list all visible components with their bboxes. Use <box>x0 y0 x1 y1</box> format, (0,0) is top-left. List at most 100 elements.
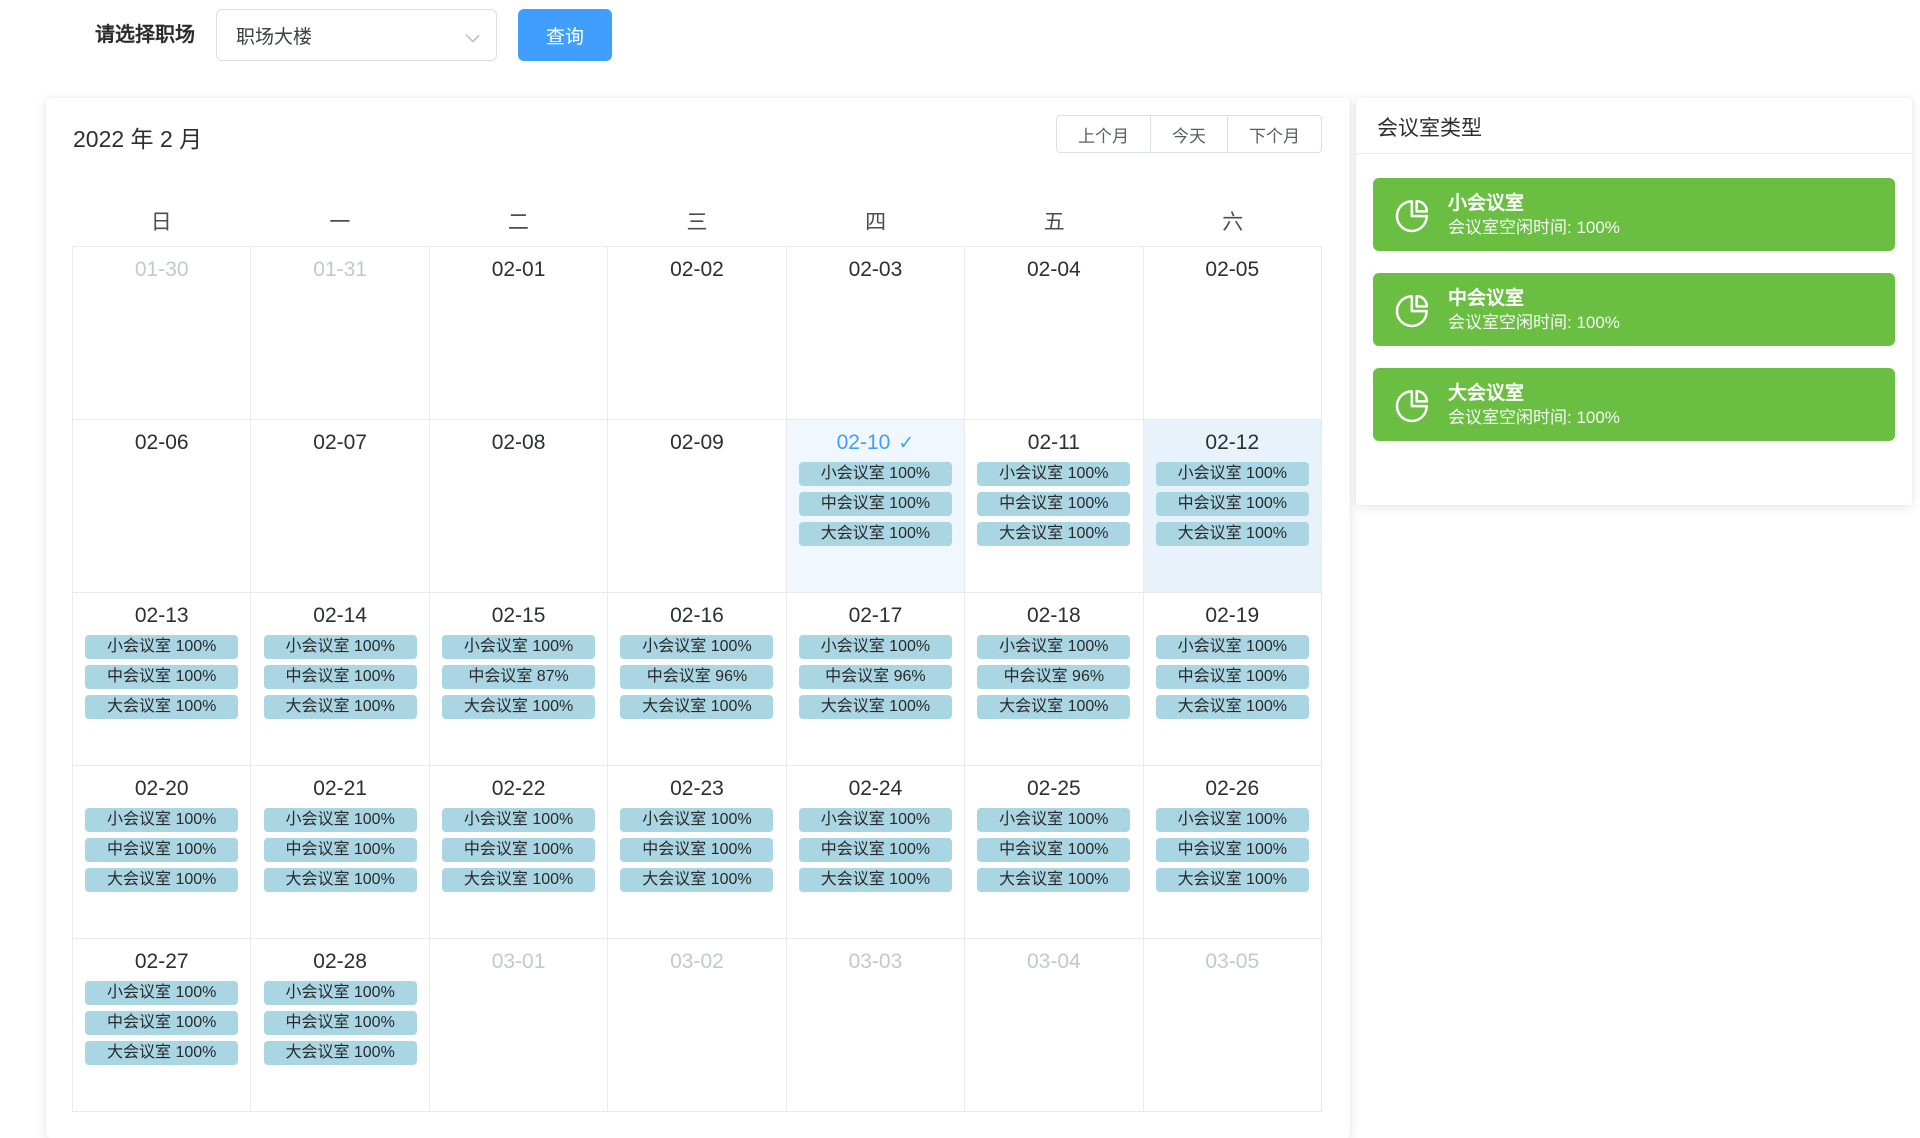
room-availability-badge[interactable]: 小会议室 100% <box>85 981 238 1005</box>
room-availability-badge[interactable]: 中会议室 100% <box>264 838 417 862</box>
room-availability-badge[interactable]: 小会议室 100% <box>1156 808 1309 832</box>
room-availability-badge[interactable]: 大会议室 100% <box>977 868 1130 892</box>
room-availability-badge[interactable]: 小会议室 100% <box>1156 462 1309 486</box>
room-availability-badge[interactable]: 中会议室 100% <box>264 665 417 689</box>
room-availability-badge[interactable]: 小会议室 100% <box>442 808 595 832</box>
room-availability-badge[interactable]: 中会议室 96% <box>620 665 773 689</box>
room-availability-badge[interactable]: 小会议室 100% <box>85 808 238 832</box>
room-availability-badge[interactable]: 大会议室 100% <box>977 695 1130 719</box>
day-cell-01-31[interactable]: 01-31 <box>251 247 429 420</box>
day-cell-02-16[interactable]: 02-16小会议室 100%中会议室 96%大会议室 100% <box>608 593 786 766</box>
room-availability-badge[interactable]: 中会议室 100% <box>1156 665 1309 689</box>
day-cell-03-04[interactable]: 03-04 <box>965 939 1143 1112</box>
day-cell-02-21[interactable]: 02-21小会议室 100%中会议室 100%大会议室 100% <box>251 766 429 939</box>
room-availability-badge[interactable]: 中会议室 100% <box>977 838 1130 862</box>
day-cell-02-27[interactable]: 02-27小会议室 100%中会议室 100%大会议室 100% <box>73 939 251 1112</box>
room-card-小会议室[interactable]: 小会议室会议室空闲时间: 100% <box>1373 178 1895 251</box>
room-availability-badge[interactable]: 大会议室 100% <box>85 1041 238 1065</box>
room-card-中会议室[interactable]: 中会议室会议室空闲时间: 100% <box>1373 273 1895 346</box>
today-button[interactable]: 今天 <box>1150 115 1228 153</box>
room-availability-badge[interactable]: 大会议室 100% <box>1156 522 1309 546</box>
room-availability-badge[interactable]: 小会议室 100% <box>85 635 238 659</box>
room-availability-badge[interactable]: 中会议室 100% <box>620 838 773 862</box>
room-availability-badge[interactable]: 大会议室 100% <box>799 695 952 719</box>
room-availability-badge[interactable]: 大会议室 100% <box>620 868 773 892</box>
room-availability-badge[interactable]: 小会议室 100% <box>620 808 773 832</box>
room-availability-badge[interactable]: 大会议室 100% <box>442 868 595 892</box>
search-button[interactable]: 查询 <box>518 9 612 61</box>
room-availability-badge[interactable]: 小会议室 100% <box>799 635 952 659</box>
day-cell-02-15[interactable]: 02-15小会议室 100%中会议室 87%大会议室 100% <box>430 593 608 766</box>
day-cell-02-18[interactable]: 02-18小会议室 100%中会议室 96%大会议室 100% <box>965 593 1143 766</box>
room-availability-badge[interactable]: 中会议室 100% <box>977 492 1130 516</box>
day-cell-02-23[interactable]: 02-23小会议室 100%中会议室 100%大会议室 100% <box>608 766 786 939</box>
room-availability-badge[interactable]: 大会议室 100% <box>799 868 952 892</box>
day-cell-02-02[interactable]: 02-02 <box>608 247 786 420</box>
day-cell-03-03[interactable]: 03-03 <box>787 939 965 1112</box>
room-availability-badge[interactable]: 小会议室 100% <box>1156 635 1309 659</box>
day-cell-02-26[interactable]: 02-26小会议室 100%中会议室 100%大会议室 100% <box>1144 766 1322 939</box>
day-cell-02-17[interactable]: 02-17小会议室 100%中会议室 96%大会议室 100% <box>787 593 965 766</box>
room-availability-badge[interactable]: 中会议室 100% <box>1156 492 1309 516</box>
room-availability-badge[interactable]: 中会议室 100% <box>85 1011 238 1035</box>
room-availability-badge[interactable]: 小会议室 100% <box>620 635 773 659</box>
room-availability-badge[interactable]: 中会议室 87% <box>442 665 595 689</box>
room-availability-badge[interactable]: 大会议室 100% <box>264 695 417 719</box>
day-cell-02-07[interactable]: 02-07 <box>251 420 429 593</box>
room-availability-badge[interactable]: 大会议室 100% <box>85 695 238 719</box>
room-availability-badge[interactable]: 中会议室 100% <box>264 1011 417 1035</box>
day-cell-02-01[interactable]: 02-01 <box>430 247 608 420</box>
day-cell-02-12[interactable]: 02-12小会议室 100%中会议室 100%大会议室 100% <box>1144 420 1322 593</box>
day-cell-02-20[interactable]: 02-20小会议室 100%中会议室 100%大会议室 100% <box>73 766 251 939</box>
room-availability-badge[interactable]: 中会议室 100% <box>1156 838 1309 862</box>
next-month-button[interactable]: 下个月 <box>1227 115 1322 153</box>
workplace-select[interactable]: 职场大楼 <box>216 9 497 61</box>
room-availability-badge[interactable]: 中会议室 100% <box>799 492 952 516</box>
day-cell-02-08[interactable]: 02-08 <box>430 420 608 593</box>
room-availability-badge[interactable]: 中会议室 100% <box>799 838 952 862</box>
room-availability-badge[interactable]: 大会议室 100% <box>264 1041 417 1065</box>
day-cell-02-25[interactable]: 02-25小会议室 100%中会议室 100%大会议室 100% <box>965 766 1143 939</box>
room-availability-badge[interactable]: 小会议室 100% <box>977 462 1130 486</box>
room-availability-badge[interactable]: 小会议室 100% <box>264 981 417 1005</box>
room-availability-badge[interactable]: 小会议室 100% <box>264 808 417 832</box>
day-cell-02-19[interactable]: 02-19小会议室 100%中会议室 100%大会议室 100% <box>1144 593 1322 766</box>
room-availability-badge[interactable]: 小会议室 100% <box>977 808 1130 832</box>
room-availability-badge[interactable]: 中会议室 100% <box>85 838 238 862</box>
room-availability-badge[interactable]: 大会议室 100% <box>442 695 595 719</box>
day-cell-02-22[interactable]: 02-22小会议室 100%中会议室 100%大会议室 100% <box>430 766 608 939</box>
day-cell-03-05[interactable]: 03-05 <box>1144 939 1322 1112</box>
day-cell-02-04[interactable]: 02-04 <box>965 247 1143 420</box>
day-cell-03-01[interactable]: 03-01 <box>430 939 608 1112</box>
day-cell-01-30[interactable]: 01-30 <box>73 247 251 420</box>
day-cell-02-10[interactable]: 02-10✓小会议室 100%中会议室 100%大会议室 100% <box>787 420 965 593</box>
day-cell-02-06[interactable]: 02-06 <box>73 420 251 593</box>
room-availability-badge[interactable]: 小会议室 100% <box>799 462 952 486</box>
day-cell-02-13[interactable]: 02-13小会议室 100%中会议室 100%大会议室 100% <box>73 593 251 766</box>
room-availability-badge[interactable]: 小会议室 100% <box>799 808 952 832</box>
prev-month-button[interactable]: 上个月 <box>1056 115 1151 153</box>
day-cell-02-03[interactable]: 02-03 <box>787 247 965 420</box>
room-availability-badge[interactable]: 小会议室 100% <box>977 635 1130 659</box>
day-cell-02-05[interactable]: 02-05 <box>1144 247 1322 420</box>
room-availability-badge[interactable]: 中会议室 96% <box>977 665 1130 689</box>
day-cell-03-02[interactable]: 03-02 <box>608 939 786 1112</box>
day-cell-02-28[interactable]: 02-28小会议室 100%中会议室 100%大会议室 100% <box>251 939 429 1112</box>
room-availability-badge[interactable]: 小会议室 100% <box>442 635 595 659</box>
room-availability-badge[interactable]: 中会议室 96% <box>799 665 952 689</box>
day-cell-02-14[interactable]: 02-14小会议室 100%中会议室 100%大会议室 100% <box>251 593 429 766</box>
room-card-大会议室[interactable]: 大会议室会议室空闲时间: 100% <box>1373 368 1895 441</box>
room-availability-badge[interactable]: 大会议室 100% <box>977 522 1130 546</box>
room-availability-badge[interactable]: 大会议室 100% <box>1156 695 1309 719</box>
day-cell-02-11[interactable]: 02-11小会议室 100%中会议室 100%大会议室 100% <box>965 420 1143 593</box>
room-availability-badge[interactable]: 大会议室 100% <box>799 522 952 546</box>
room-availability-badge[interactable]: 中会议室 100% <box>442 838 595 862</box>
day-cell-02-24[interactable]: 02-24小会议室 100%中会议室 100%大会议室 100% <box>787 766 965 939</box>
room-availability-badge[interactable]: 大会议室 100% <box>264 868 417 892</box>
room-availability-badge[interactable]: 大会议室 100% <box>85 868 238 892</box>
room-availability-badge[interactable]: 大会议室 100% <box>620 695 773 719</box>
room-availability-badge[interactable]: 中会议室 100% <box>85 665 238 689</box>
room-availability-badge[interactable]: 大会议室 100% <box>1156 868 1309 892</box>
room-availability-badge[interactable]: 小会议室 100% <box>264 635 417 659</box>
day-cell-02-09[interactable]: 02-09 <box>608 420 786 593</box>
